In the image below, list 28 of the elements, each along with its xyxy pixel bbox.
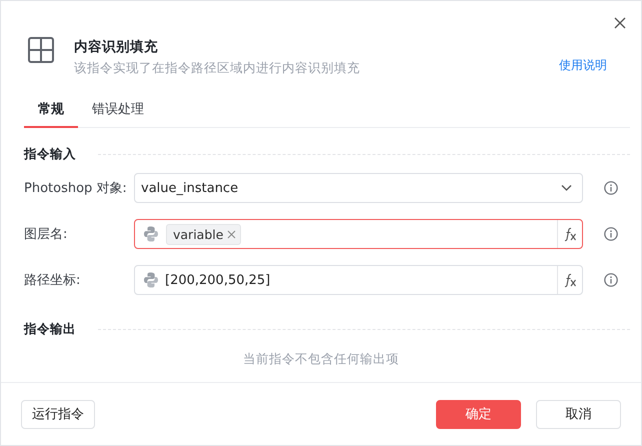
info-icon: [604, 273, 618, 287]
run-button[interactable]: 运行指令: [21, 400, 95, 428]
empty-message: 当前指令不包含任何输出项: [242, 351, 400, 368]
tag-text: variable: [173, 226, 224, 242]
field-label: 图层名:: [24, 226, 68, 243]
python-icon: [143, 225, 159, 243]
close-icon[interactable]: [614, 17, 626, 29]
field-label: Photoshop 对象:: [24, 180, 128, 197]
section-title: 指令输入: [24, 146, 76, 163]
tab[interactable]: 错误处理: [78, 100, 158, 128]
token-input-field[interactable]: variable: [134, 219, 583, 249]
dialog-subtitle: 该指令实现了在指令路径区域内进行内容识别填充: [74, 60, 361, 76]
function-icon[interactable]: [564, 226, 576, 242]
dialog-title: 内容识别填充: [74, 39, 159, 56]
cancel-button[interactable]: 取消: [536, 400, 621, 428]
function-icon[interactable]: [564, 272, 576, 288]
help-link[interactable]: 使用说明: [559, 57, 607, 74]
python-icon: [143, 271, 159, 289]
chevron-down-icon: [561, 184, 572, 192]
remove-icon[interactable]: [227, 230, 236, 238]
field-label: 路径坐标:: [24, 272, 82, 289]
info-icon: [604, 227, 618, 241]
expression-field[interactable]: [200,200,50,25]: [134, 265, 583, 295]
section-title: 指令输出: [24, 321, 76, 338]
grid-icon: [28, 37, 54, 63]
info-icon: [604, 181, 618, 195]
select-field[interactable]: value_instance: [134, 173, 583, 203]
tab[interactable]: 常规: [24, 100, 78, 128]
